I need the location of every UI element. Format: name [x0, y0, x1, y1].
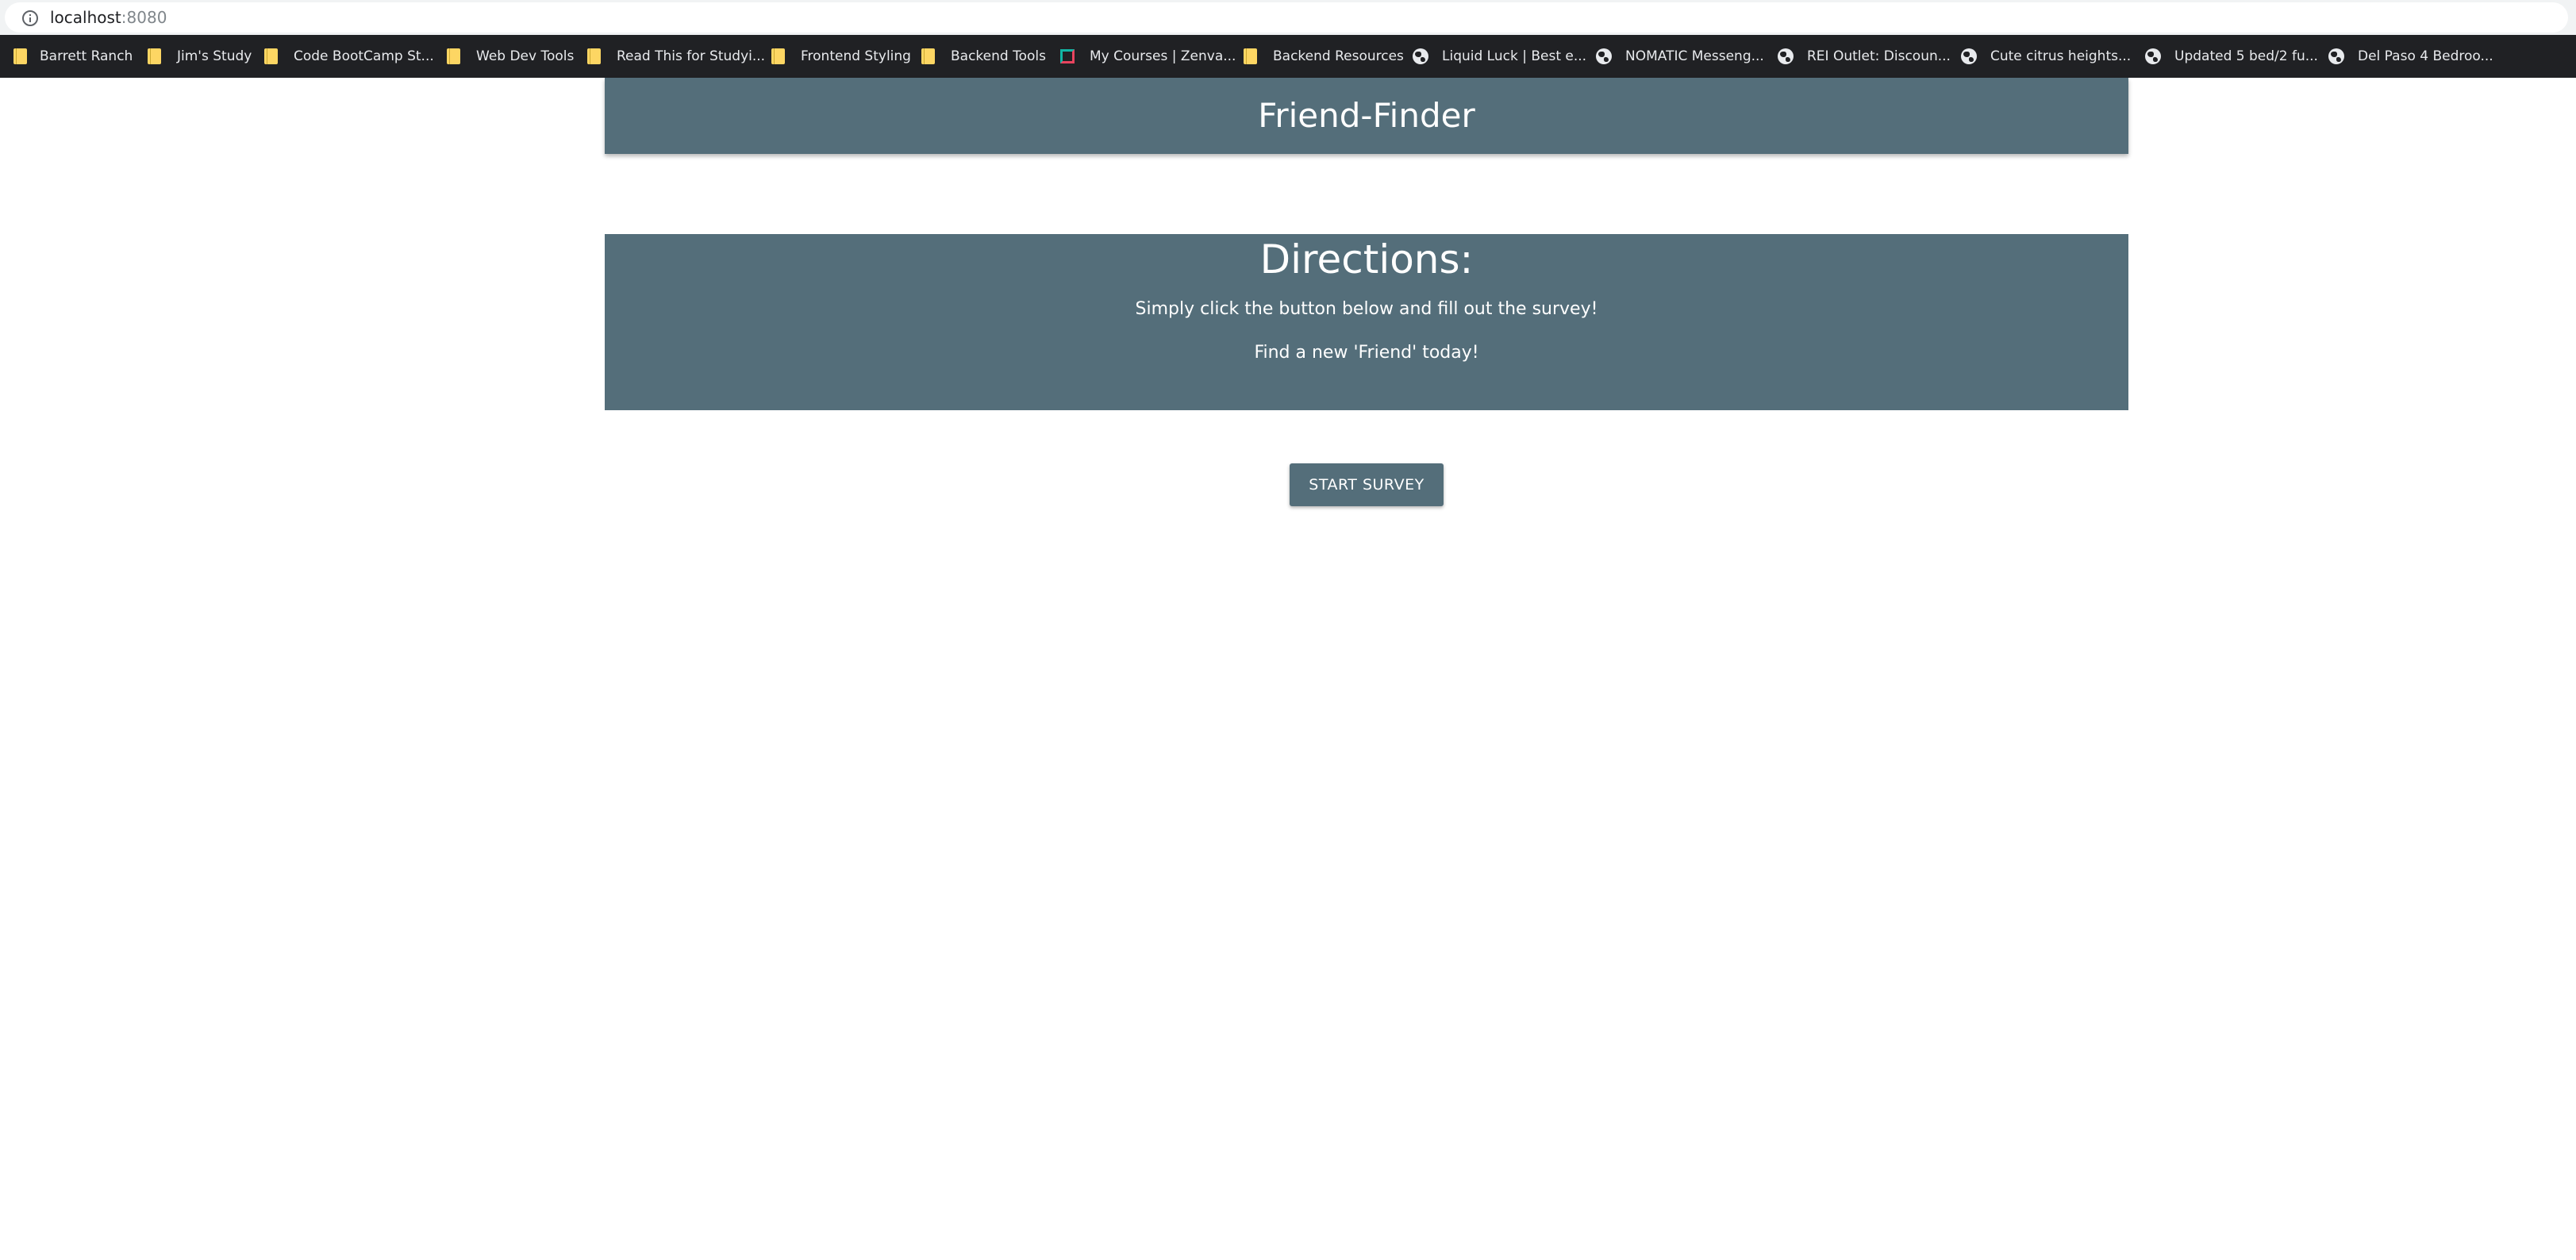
- bookmark-label: Del Paso 4 Bedroo...: [2358, 48, 2493, 64]
- folder-icon: [1244, 48, 1257, 64]
- globe-icon: [1596, 48, 1612, 64]
- bookmark-label: REI Outlet: Discoun...: [1807, 48, 1951, 64]
- folder-icon: [13, 48, 27, 64]
- bookmark-label: Liquid Luck | Best e...: [1442, 48, 1587, 64]
- zenva-icon: [1060, 49, 1075, 63]
- folder-icon: [447, 48, 460, 64]
- globe-icon: [1961, 48, 1977, 64]
- globe-icon: [2145, 48, 2161, 64]
- bookmark-label: NOMATIC Messeng...: [1625, 48, 1764, 64]
- directions-tagline: Find a new 'Friend' today!: [1254, 343, 1479, 363]
- browser-window: localhost:8080 Barrett Ranch Jim's Study…: [0, 0, 2576, 1260]
- bookmark-label: Barrett Ranch: [40, 48, 133, 64]
- directions-panel: Directions: Simply click the button belo…: [605, 234, 2128, 410]
- bookmark-label: My Courses | Zenva...: [1090, 48, 1236, 64]
- bookmark-label: Read This for Studyi...: [617, 48, 766, 64]
- directions-text: Simply click the button below and fill o…: [1135, 299, 1598, 319]
- site-header: Friend-Finder: [605, 78, 2128, 154]
- bookmark-label: Frontend Styling: [801, 48, 911, 64]
- bookmarks-bar: Barrett Ranch Jim's Study Code BootCamp …: [0, 35, 2576, 78]
- folder-icon: [587, 48, 601, 64]
- bookmark-label: Updated 5 bed/2 fu...: [2174, 48, 2318, 64]
- bookmark-label: Cute citrus heights...: [1990, 48, 2132, 64]
- url-field[interactable]: localhost:8080: [5, 2, 2568, 33]
- page-title: Friend-Finder: [1258, 96, 1475, 135]
- folder-icon: [921, 48, 935, 64]
- bookmark-label: Code BootCamp St...: [294, 48, 434, 64]
- folder-icon: [771, 48, 785, 64]
- url-host: localhost: [50, 8, 121, 27]
- bookmark-label: Backend Resources: [1273, 48, 1404, 64]
- url-text[interactable]: localhost:8080: [50, 8, 167, 27]
- bookmark-label: Web Dev Tools: [476, 48, 575, 64]
- directions-title: Directions:: [1259, 236, 1474, 282]
- bookmark-label: Backend Tools: [951, 48, 1046, 64]
- address-bar: localhost:8080: [0, 0, 2576, 35]
- url-port: :8080: [121, 8, 167, 27]
- bookmark-label: Jim's Study: [177, 48, 252, 64]
- globe-icon: [2328, 48, 2344, 64]
- folder-icon: [264, 48, 278, 64]
- start-survey-button[interactable]: START SURVEY: [1290, 463, 1444, 506]
- globe-icon: [1413, 48, 1428, 64]
- globe-icon: [1778, 48, 1794, 64]
- folder-icon: [148, 48, 161, 64]
- info-icon[interactable]: [22, 10, 38, 26]
